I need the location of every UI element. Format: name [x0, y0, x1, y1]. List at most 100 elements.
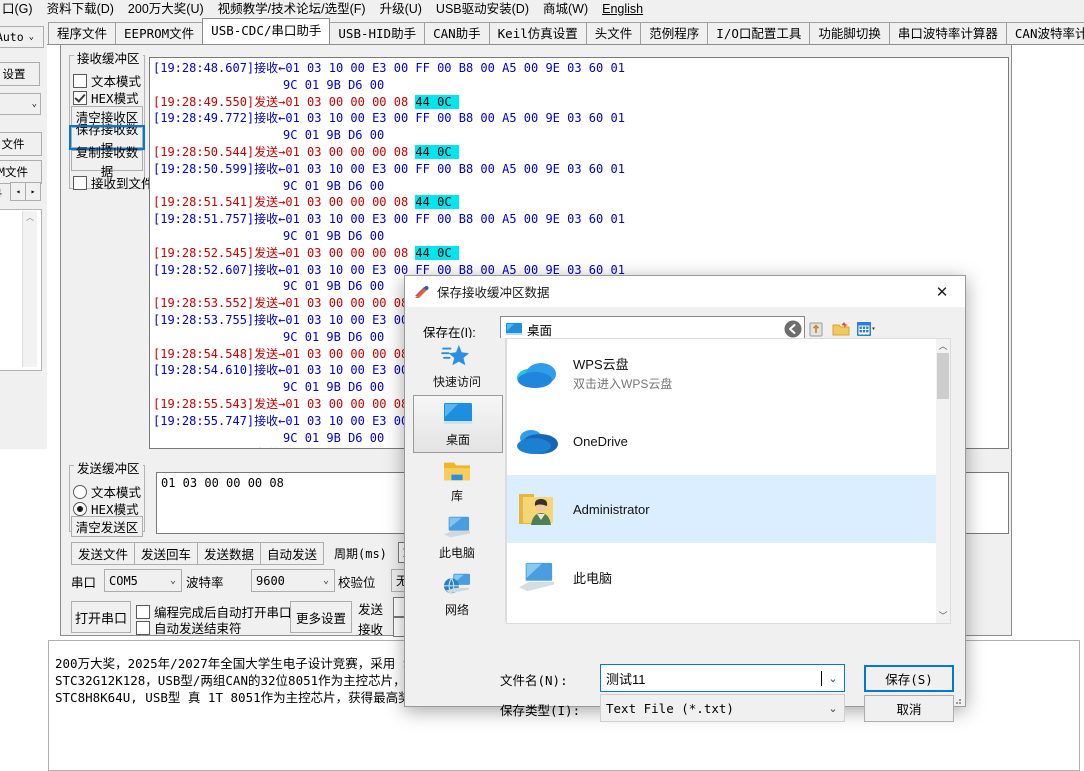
left-combo-2[interactable]: ⌄	[0, 93, 41, 115]
tab-3[interactable]: USB-HID助手	[329, 22, 426, 44]
main-menu-bar[interactable]: 口(G) 资料下载(D) 200万大奖(U) 视频教学/技术论坛/选型(F) 升级(U)…	[0, 0, 1084, 19]
file-list-items[interactable]: WPS云盘双击进入WPS云盘 OneDrive Administrator 此电脑库	[507, 339, 950, 623]
send-group-label: 发送缓冲区	[74, 458, 143, 477]
eeprom-file-button[interactable]: M文件	[0, 160, 42, 184]
baud-combo-value: 9600	[256, 573, 285, 588]
tab-5[interactable]: Keil仿真设置	[488, 22, 587, 44]
places-bar[interactable]: 快速访问桌面库此电脑 网络	[413, 338, 506, 622]
left-tool-column: Auto ⌄ 设置 ⌄ 文件 M文件 号 ◂ ▸ ︿	[0, 19, 47, 449]
network-icon	[440, 571, 474, 600]
program-file-button[interactable]: 文件	[0, 132, 42, 156]
tab-7[interactable]: 范例程序	[640, 22, 709, 44]
save-button[interactable]: 保存(S)	[864, 665, 954, 692]
place-item-3[interactable]: 此电脑	[413, 509, 501, 565]
more-settings-button[interactable]: 更多设置	[290, 601, 352, 633]
chevron-down-icon[interactable]: ⌄	[822, 672, 844, 685]
send-file-button[interactable]: 发送文件	[71, 542, 135, 565]
file-list[interactable]: WPS云盘双击进入WPS云盘OneDriveAdministrator此电脑库 …	[506, 338, 951, 624]
filename-input[interactable]: 测试11 ⌄	[600, 664, 845, 692]
baud-combo[interactable]: 9600 ⌄	[251, 569, 335, 592]
copy-receive-data-button[interactable]: 复制接收数据	[71, 145, 143, 179]
view-menu-icon[interactable]	[855, 319, 875, 339]
checkbox-box	[136, 620, 150, 635]
spin-left-button[interactable]: ◂	[10, 182, 26, 201]
file-item-subtitle: 双击进入WPS云盘	[573, 377, 673, 391]
cancel-button[interactable]: 取消	[864, 695, 954, 722]
receive-to-file-checkbox[interactable]: 接收到文件	[73, 173, 154, 192]
file-list-scrollbar[interactable]: ︿ ﹀	[936, 339, 950, 623]
auto-send-terminator-checkbox[interactable]: 自动发送结束符	[136, 618, 242, 637]
auto-combo-value: Auto	[0, 30, 24, 44]
save-file-dialog: 保存接收缓冲区数据 ✕ 保存在(I): 桌面 ⌄	[404, 275, 966, 722]
menu-item-3[interactable]: 视频教学/技术论坛/选型(F)	[211, 0, 373, 19]
file-list-item-0[interactable]: WPS云盘 双击进入WPS云盘	[507, 339, 950, 407]
left-list-scrollbar[interactable]: ︿	[22, 211, 37, 367]
chevron-down-icon[interactable]: ﹀	[936, 609, 950, 623]
send-data-button[interactable]: 发送数据	[197, 542, 261, 565]
spin-right-button[interactable]: ▸	[25, 182, 41, 201]
file-list-item-2[interactable]: Administrator	[507, 475, 950, 543]
tab-8[interactable]: I/O口配置工具	[707, 22, 811, 44]
filetype-label: 保存类型(I):	[500, 703, 581, 718]
tab-list[interactable]: 程序文件 EEPROM文件 USB-CDC/串口助手 USB-HID助手 CAN助手 Ke…	[48, 18, 1084, 44]
send-cr-button[interactable]: 发送回车	[134, 542, 198, 565]
checkbox-box	[73, 175, 87, 190]
receive-line: 9C 01 9B D6 00	[153, 128, 385, 143]
back-icon[interactable]	[783, 319, 803, 339]
menu-item-6[interactable]: 商城(W)	[536, 0, 595, 19]
resize-grip[interactable]	[952, 694, 962, 704]
chevron-down-icon: ⌄	[322, 575, 330, 586]
menu-item-7[interactable]: English	[595, 0, 650, 19]
tab-11[interactable]: CAN波特率计算器	[1005, 22, 1084, 44]
settings-button[interactable]: 设置	[0, 62, 40, 86]
place-item-label: 快速访问	[432, 374, 481, 389]
file-list-item-4[interactable]: 库	[507, 611, 950, 623]
receive-line: [19:28:48.607]接收←01 03 10 00 E3 00 FF 00…	[153, 61, 625, 75]
dialog-title-text: 保存接收缓冲区数据	[437, 286, 550, 300]
auto-send-button[interactable]: 自动发送	[260, 542, 324, 565]
clear-send-button[interactable]: 清空发送区	[71, 516, 143, 537]
tab-2[interactable]: USB-CDC/串口助手	[202, 18, 331, 44]
tab-1[interactable]: EEPROM文件	[115, 22, 204, 44]
open-serial-port-button[interactable]: 打开串口	[71, 601, 131, 633]
menu-item-5[interactable]: USB驱动安装(D)	[429, 0, 536, 19]
menu-item-2[interactable]: 200万大奖(U)	[121, 0, 211, 19]
checkbox-box	[136, 604, 150, 619]
desktop-icon	[441, 401, 475, 430]
place-item-2[interactable]: 库	[413, 452, 501, 508]
library-icon	[440, 457, 474, 486]
filename-label: 文件名(N):	[500, 673, 568, 688]
tab-6[interactable]: 头文件	[585, 22, 642, 44]
close-icon[interactable]: ✕	[919, 276, 965, 307]
place-item-4[interactable]: 网络	[413, 566, 501, 622]
place-item-1[interactable]: 桌面	[413, 395, 503, 453]
file-list-item-1[interactable]: OneDrive	[507, 407, 950, 475]
rx-count-label: 接收	[358, 622, 384, 637]
tab-strip: 程序文件 EEPROM文件 USB-CDC/串口助手 USB-HID助手 CAN助手 Ke…	[0, 18, 1084, 45]
menu-item-0[interactable]: 口(G)	[0, 0, 40, 19]
place-item-0[interactable]: 快速访问	[413, 338, 501, 394]
period-label: 周期(ms)	[334, 547, 387, 561]
tab-0[interactable]: 程序文件	[48, 22, 117, 44]
dialog-title-bar[interactable]: 保存接收缓冲区数据 ✕	[405, 276, 965, 307]
menu-item-1[interactable]: 资料下载(D)	[40, 0, 121, 19]
scrollbar-thumb[interactable]	[937, 353, 949, 399]
tab-4[interactable]: CAN助手	[424, 22, 490, 44]
parity-label: 校验位	[338, 575, 376, 590]
receive-line: [19:28:49.772]接收←01 03 10 00 E3 00 FF 00…	[153, 111, 625, 126]
new-folder-icon[interactable]	[831, 319, 851, 339]
filetype-combo[interactable]: Text File (*.txt) ⌄	[600, 694, 845, 722]
receive-line: [19:28:50.544]发送→01 03 00 00 00 08 44 0C	[153, 144, 459, 159]
menu-item-4[interactable]: 升级(U)	[373, 0, 429, 19]
tab-9[interactable]: 功能脚切换	[809, 22, 890, 44]
chevron-down-icon: ⌄	[31, 99, 37, 109]
look-in-value: 桌面	[527, 323, 553, 338]
hex-mode-checkbox[interactable]: HEX模式	[73, 88, 139, 107]
chevron-up-icon[interactable]: ︿	[936, 339, 950, 353]
file-list-item-3[interactable]: 此电脑	[507, 543, 950, 611]
port-combo[interactable]: COM5 ⌄	[104, 569, 182, 592]
up-one-level-icon[interactable]	[807, 319, 827, 339]
chevron-down-icon[interactable]: ⌄	[822, 702, 844, 715]
tab-10[interactable]: 串口波特率计算器	[888, 22, 1007, 44]
auto-combo[interactable]: Auto ⌄	[0, 26, 44, 48]
